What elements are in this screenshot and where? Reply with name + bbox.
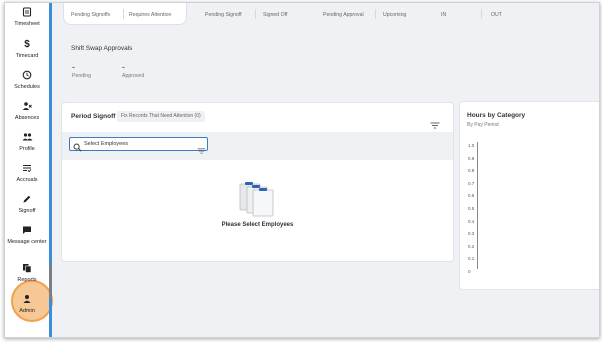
chart-y-tick-label: 0.2 <box>468 243 475 249</box>
sidebar-item-label: Reports <box>17 277 37 283</box>
approved-value: - <box>122 62 125 72</box>
sidebar-item-label: Message center <box>7 239 47 245</box>
pending-signoff-label: Pending Signoff <box>205 12 242 18</box>
sidebar-item-reports[interactable]: Reports <box>5 263 49 284</box>
people-icon <box>5 132 49 143</box>
divider <box>123 9 124 19</box>
sidebar-item-label: Absences <box>14 115 40 121</box>
sidebar-item-profile[interactable]: Profile <box>5 132 49 153</box>
sidebar-item-label: Admin <box>19 308 35 314</box>
hours-by-category-card: Hours by Category By Pay Period 1.0 0.9 0.… <box>459 101 599 290</box>
divider <box>481 9 482 19</box>
clipboard-illustration-icon <box>237 178 277 223</box>
sidebar-item-label: Timesheet <box>14 21 40 27</box>
timesheet-icon <box>5 7 49 18</box>
copy-icon <box>5 263 49 274</box>
period-signoff-card: Period Signoff Fix Records That Need Att… <box>61 102 454 262</box>
sidebar-scroll-thumb[interactable] <box>49 265 52 299</box>
sidebar-item-timecard[interactable]: $ Timecard <box>5 39 49 60</box>
sidebar-item-timesheet[interactable]: Timesheet <box>5 7 49 28</box>
sidebar-item-admin[interactable]: Admin <box>5 294 49 315</box>
sidebar-item-label: Signoff <box>18 208 36 214</box>
chart-y-tick-label: 1.0 <box>468 143 475 148</box>
chart-y-tick-label: 0 <box>468 269 471 274</box>
employee-search-box[interactable] <box>69 137 208 154</box>
pending-label: Pending <box>72 73 92 79</box>
pending-approval-label: Pending Approval <box>323 12 364 18</box>
shift-swap-title: Shift Swap Approvals <box>71 45 133 52</box>
summary-bar: Pending Signoffs Requires Attention Pend… <box>53 3 599 25</box>
sidebar-item-label: Profile <box>19 146 35 152</box>
list-icon <box>5 163 49 174</box>
upcoming-label: Upcoming <box>383 12 407 18</box>
sidebar-item-label: Schedules <box>14 84 40 90</box>
sidebar-item-signoff[interactable]: Signoff <box>5 194 49 215</box>
chart-y-tick-label: 0.3 <box>468 231 475 237</box>
chart-y-tick-label: 0.9 <box>468 155 475 161</box>
pending-signoffs-label[interactable]: Pending Signoffs <box>71 12 110 18</box>
sidebar-item-label: Accruals <box>16 177 38 183</box>
sidebar-item-schedules[interactable]: Schedules <box>5 70 49 91</box>
chart-y-tick-label: 0.8 <box>468 168 475 174</box>
chart-y-tick-label: 0.6 <box>468 193 475 199</box>
search-icon <box>73 139 82 157</box>
chart-title: Hours by Category <box>467 112 526 119</box>
sidebar-item-absences[interactable]: Absences <box>5 101 49 122</box>
clock-icon <box>5 70 49 81</box>
search-filter-icon[interactable] <box>197 141 206 159</box>
period-signoff-title: Period Signoff <box>71 113 116 120</box>
requires-attention-label[interactable]: Requires Attention <box>129 12 171 18</box>
in-label: IN <box>441 12 447 18</box>
chart-y-tick-label: 0.4 <box>468 218 475 224</box>
sidebar-item-message-center[interactable]: Message center <box>5 225 49 246</box>
empty-state-message: Please Select Employees <box>221 222 294 228</box>
pending-value: - <box>72 62 75 72</box>
out-label: OUT <box>491 12 502 18</box>
sidebar-nav: Timesheet $ Timecard Schedules Absences … <box>5 3 53 337</box>
chart-y-tick-label: 0.5 <box>468 206 475 211</box>
sidebar-item-accruals[interactable]: Accruals <box>5 163 49 184</box>
chat-icon <box>5 225 49 236</box>
sidebar-item-label: Timecard <box>15 53 39 59</box>
app-window: Timesheet $ Timecard Schedules Absences … <box>4 2 600 338</box>
employee-search-input[interactable] <box>84 139 194 149</box>
chart-y-axis <box>477 142 478 269</box>
signed-off-label: Signed Off <box>263 12 288 18</box>
person-off-icon <box>5 101 49 112</box>
person-icon <box>5 294 49 305</box>
edit-icon <box>5 194 49 205</box>
dollar-icon: $ <box>24 39 30 50</box>
employee-filter-bar <box>62 132 453 160</box>
chart-y-tick-label: 0.7 <box>468 180 475 186</box>
divider <box>255 9 256 19</box>
chart-subtitle: By Pay Period <box>467 122 499 128</box>
chart-y-tick-label: 0.1 <box>468 256 475 262</box>
divider <box>375 9 376 19</box>
fix-records-chip[interactable]: Fix Records That Need Attention (0) <box>117 111 205 122</box>
approved-label: Approved <box>122 73 145 79</box>
